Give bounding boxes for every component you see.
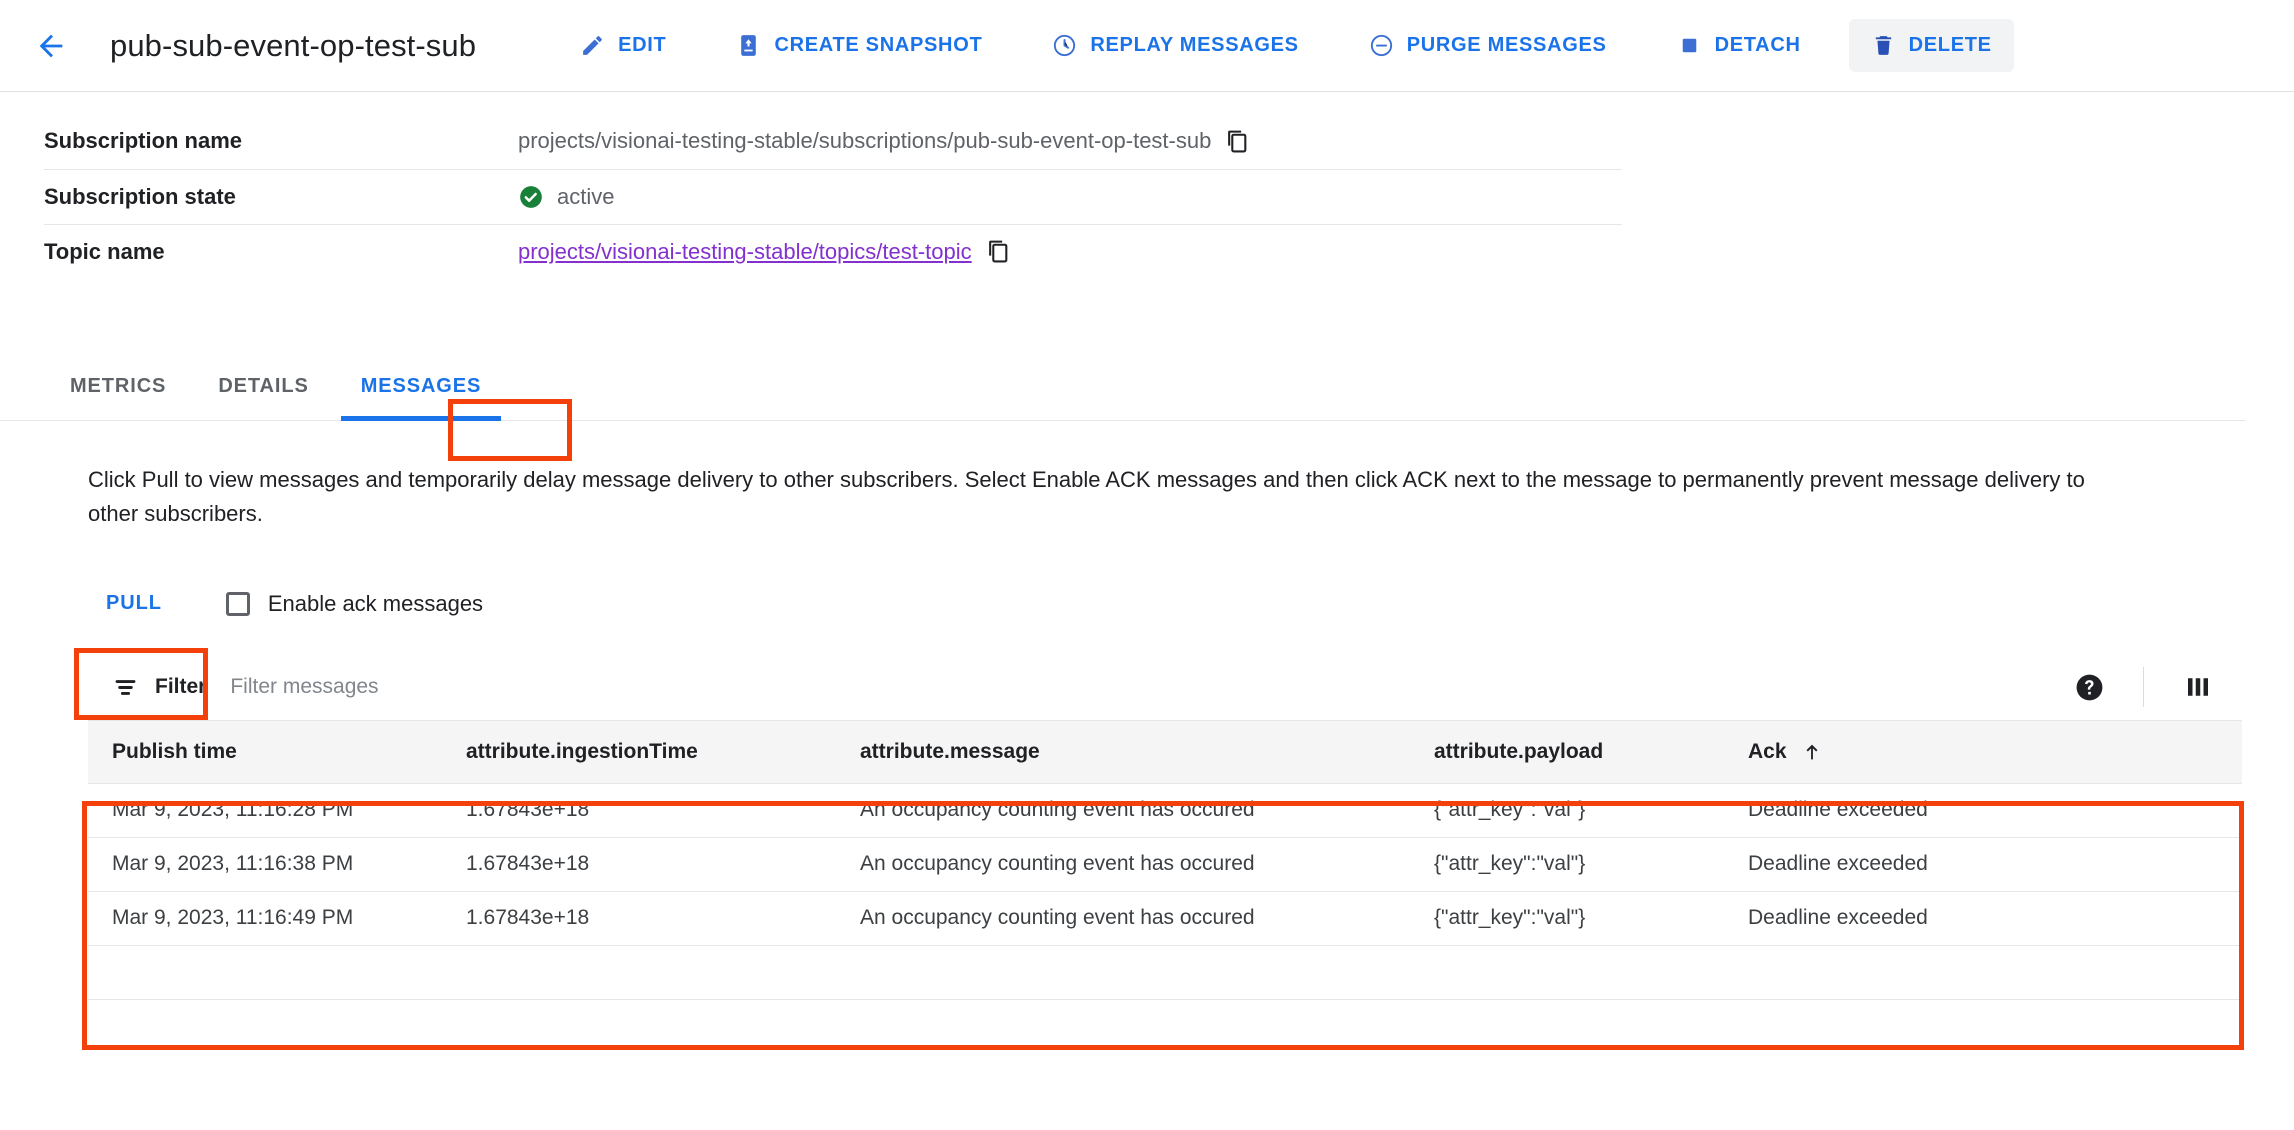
enable-ack-messages-checkbox[interactable]: Enable ack messages	[225, 590, 484, 617]
cell-ack: Deadline exceeded	[1724, 891, 2242, 946]
back-button[interactable]	[22, 17, 80, 75]
create-snapshot-label: CREATE SNAPSHOT	[774, 34, 983, 56]
copy-icon[interactable]	[1225, 129, 1250, 154]
edit-button-label: EDIT	[618, 34, 667, 56]
filter-input[interactable]	[228, 674, 793, 701]
column-display-icon	[2188, 678, 2208, 696]
cell-message: An occupancy counting event has occured	[836, 783, 1410, 838]
table-row[interactable]: Mar 9, 2023, 11:16:49 PM 1.67843e+18 An …	[88, 891, 2242, 946]
info-row-subscription-name: Subscription name projects/visionai-test…	[44, 114, 1622, 169]
clock-icon	[1054, 34, 1076, 57]
cell-payload: {"attr_key":"val"}	[1410, 891, 1724, 946]
tab-details[interactable]: DETAILS	[192, 375, 334, 420]
tab-messages[interactable]: MESSAGES	[335, 375, 508, 421]
replay-messages-label: REPLAY MESSAGES	[1090, 34, 1299, 56]
info-label-subscription-state: Subscription state	[44, 168, 518, 224]
subscription-state-value: active	[557, 183, 615, 209]
column-header-ack[interactable]: Ack	[1724, 721, 2242, 784]
tab-bar: METRICS DETAILS MESSAGES	[0, 354, 2246, 421]
table-footer-spacer	[88, 945, 2242, 1000]
delete-label: DELETE	[1908, 34, 1992, 56]
trash-icon	[1875, 36, 1891, 55]
arrow-left-icon	[39, 34, 63, 57]
messages-table-body: Mar 9, 2023, 11:16:28 PM 1.67843e+18 An …	[88, 783, 2242, 1000]
cell-ingestion-time: 1.67843e+18	[442, 837, 836, 892]
cell-payload: {"attr_key":"val"}	[1410, 783, 1724, 838]
replay-messages-button[interactable]: REPLAY MESSAGES	[1030, 19, 1320, 72]
column-header-ingestion-time[interactable]: attribute.ingestionTime	[442, 721, 836, 784]
toolbar-divider	[2143, 667, 2144, 708]
header-actions: EDIT CREATE SNAPSHOT REPLAY MESSAGES PUR…	[558, 19, 2014, 72]
filter-bar: Filter	[88, 654, 2242, 722]
table-row[interactable]: Mar 9, 2023, 11:16:28 PM 1.67843e+18 An …	[88, 783, 2242, 838]
snapshot-icon	[741, 35, 757, 56]
purge-messages-label: PURGE MESSAGES	[1406, 34, 1607, 56]
subscription-info: Subscription name projects/visionai-test…	[0, 92, 2294, 279]
detach-button[interactable]: DETACH	[1655, 19, 1823, 72]
pull-controls: PULL Enable ack messages	[88, 579, 2294, 629]
info-table: Subscription name projects/visionai-test…	[44, 114, 1622, 279]
cell-ingestion-time: 1.67843e+18	[442, 783, 836, 838]
purge-messages-button[interactable]: PURGE MESSAGES	[1347, 19, 1629, 72]
subscription-name-value: projects/visionai-testing-stable/subscri…	[518, 128, 1212, 154]
table-header-row: Publish time attribute.ingestionTime att…	[88, 721, 2242, 784]
filter-icon[interactable]	[112, 674, 139, 701]
cell-payload: {"attr_key":"val"}	[1410, 837, 1724, 892]
cell-ingestion-time: 1.67843e+18	[442, 891, 836, 946]
column-header-message[interactable]: attribute.message	[836, 721, 1410, 784]
column-header-ack-label: Ack	[1748, 739, 1787, 763]
cell-publish-time: Mar 9, 2023, 11:16:38 PM	[88, 837, 442, 892]
info-label-topic-name: Topic name	[44, 223, 518, 279]
arrow-up-icon	[1806, 744, 1818, 760]
cell-ack: Deadline exceeded	[1724, 783, 2242, 838]
minus-circle-icon	[1370, 34, 1392, 57]
info-label-subscription-name: Subscription name	[44, 128, 243, 154]
topic-name-link[interactable]: projects/visionai-testing-stable/topics/…	[518, 239, 972, 265]
column-display-button[interactable]	[2170, 659, 2226, 715]
page-header: pub-sub-event-op-test-sub EDIT CREATE SN…	[0, 0, 2294, 92]
copy-icon[interactable]	[986, 239, 1011, 264]
edit-button[interactable]: EDIT	[558, 19, 688, 72]
table-row[interactable]: Mar 9, 2023, 11:16:38 PM 1.67843e+18 An …	[88, 837, 2242, 892]
checkbox-box[interactable]	[225, 591, 250, 616]
cell-message: An occupancy counting event has occured	[836, 837, 1410, 892]
check-circle-icon	[520, 185, 542, 208]
messages-card: Filter Publish time	[88, 654, 2242, 1000]
filter-label: Filter	[155, 675, 207, 699]
create-snapshot-button[interactable]: CREATE SNAPSHOT	[714, 19, 1004, 72]
messages-table: Publish time attribute.ingestionTime att…	[88, 721, 2242, 1000]
detach-label: DETACH	[1714, 34, 1801, 56]
help-circle-icon	[2076, 674, 2102, 701]
pull-button[interactable]: PULL	[88, 579, 180, 629]
cell-ack: Deadline exceeded	[1724, 837, 2242, 892]
messages-table-head: Publish time attribute.ingestionTime att…	[88, 721, 2242, 784]
pencil-icon	[583, 36, 602, 55]
cell-publish-time: Mar 9, 2023, 11:16:49 PM	[88, 891, 442, 946]
cell-publish-time: Mar 9, 2023, 11:16:28 PM	[88, 783, 442, 838]
column-header-publish-time[interactable]: Publish time	[88, 721, 442, 784]
help-button[interactable]	[2061, 659, 2117, 715]
tab-metrics[interactable]: METRICS	[44, 375, 192, 420]
messages-description: Click Pull to view messages and temporar…	[88, 467, 2085, 527]
enable-ack-messages-label: Enable ack messages	[267, 590, 484, 616]
delete-button[interactable]: DELETE	[1848, 19, 2014, 72]
info-row-subscription-state: Subscription state active	[44, 168, 1622, 224]
column-header-payload[interactable]: attribute.payload	[1410, 721, 1724, 784]
info-row-topic-name: Topic name projects/visionai-testing-sta…	[44, 223, 1622, 279]
page-title: pub-sub-event-op-test-sub	[110, 27, 477, 63]
cell-message: An occupancy counting event has occured	[836, 891, 1410, 946]
square-icon	[1682, 38, 1696, 53]
